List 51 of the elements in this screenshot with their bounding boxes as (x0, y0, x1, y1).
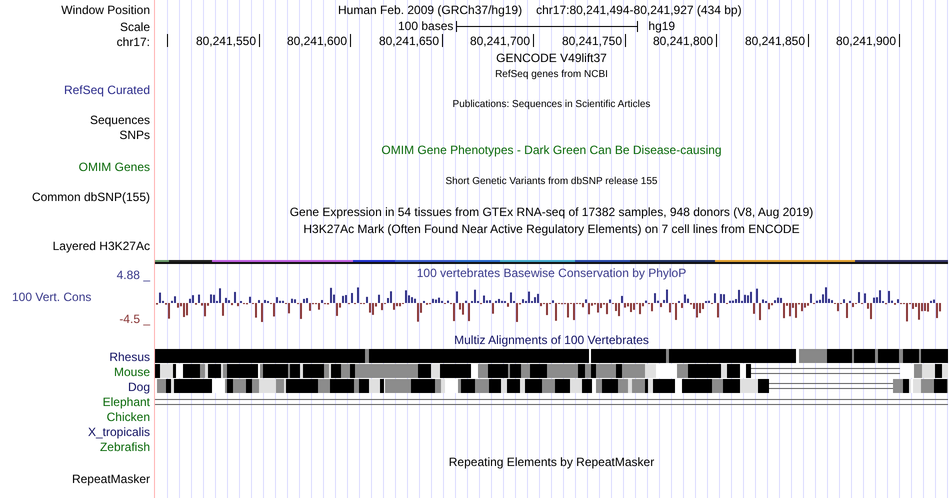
ruler-label: 80,241,900 (836, 34, 896, 48)
chromosome-label: chr17: (116, 34, 150, 48)
track-title: GENCODE V49lift37 (496, 51, 607, 66)
ruler-label: 80,241,850 (744, 34, 805, 48)
ruler-label: 80,241,550 (196, 34, 256, 48)
track-label[interactable]: SNPs (119, 128, 150, 142)
species-label: Chicken (106, 410, 150, 424)
assembly-text: Human Feb. 2009 (GRCh37/hg19) (338, 2, 522, 18)
ruler-tick (350, 34, 351, 47)
track-label[interactable]: 100 Vert. Cons (12, 290, 150, 304)
track-title: RefSeq genes from NCBI (495, 68, 608, 80)
row-label: Scale (120, 20, 150, 34)
species-label: Zebrafish (100, 440, 150, 454)
track-label[interactable]: RepeatMasker (72, 472, 150, 486)
track-title: Multiz Alignments of 100 Vertebrates (454, 333, 649, 348)
ruler-tick (808, 34, 809, 47)
track-label[interactable]: OMIM Genes (78, 160, 150, 174)
assembly-name-text: hg19 (648, 19, 676, 34)
ruler-label: 80,241,650 (378, 34, 439, 48)
species-label: Elephant (102, 394, 150, 408)
axis-min-label: -4.5 _ (119, 312, 150, 326)
row-label: Window Position (61, 3, 150, 17)
track-label[interactable]: RefSeq Curated (64, 82, 150, 96)
axis-max-label: 4.88 _ (116, 268, 150, 282)
track-title: Repeating Elements by RepeatMasker (448, 455, 654, 470)
track-title: Gene Expression in 54 tissues from GTEx RNA-seq of 17382 samples, 948 donors (V8, Aug 2019) (290, 205, 814, 220)
track-title: Short Genetic Variants from dbSNP release 155 (446, 176, 658, 188)
track-label[interactable]: Sequences (90, 112, 150, 126)
track-title: OMIM Gene Phenotypes - Dark Green Can Be Disease-causing (381, 143, 722, 158)
species-label: Mouse (114, 364, 150, 378)
ruler-label: 80,241,600 (286, 34, 347, 48)
ruler-tick (442, 34, 443, 47)
ruler-label: 80,241,750 (562, 34, 622, 48)
ruler-label: 80,241,700 (470, 34, 530, 48)
track-title: H3K27Ac Mark (Often Found Near Active Regulatory Elements) on 7 cell lines from ENCODE (303, 222, 800, 237)
ruler-tick (716, 34, 717, 47)
ruler-tick (167, 34, 168, 47)
ruler-label: 80,241,800 (652, 34, 713, 48)
track-label[interactable]: Common dbSNP(155) (32, 190, 150, 204)
ruler-tick (533, 34, 534, 47)
ruler-tick (259, 34, 260, 47)
species-label: Rhesus (109, 350, 150, 364)
ruler-tick (625, 34, 626, 47)
scale-text: 100 bases (398, 19, 454, 34)
ruler-tick (899, 34, 900, 47)
species-label: Dog (128, 380, 150, 394)
track-title: 100 vertebrates Basewise Conservation by PhyloP (416, 266, 686, 281)
track-title: Publications: Sequences in Scientific Articles (452, 98, 650, 110)
species-label: X_tropicalis (88, 424, 150, 438)
position-text: chr17:80,241,494-80,241,927 (434 bp) (536, 2, 742, 18)
track-label[interactable]: Layered H3K27Ac (52, 238, 150, 252)
